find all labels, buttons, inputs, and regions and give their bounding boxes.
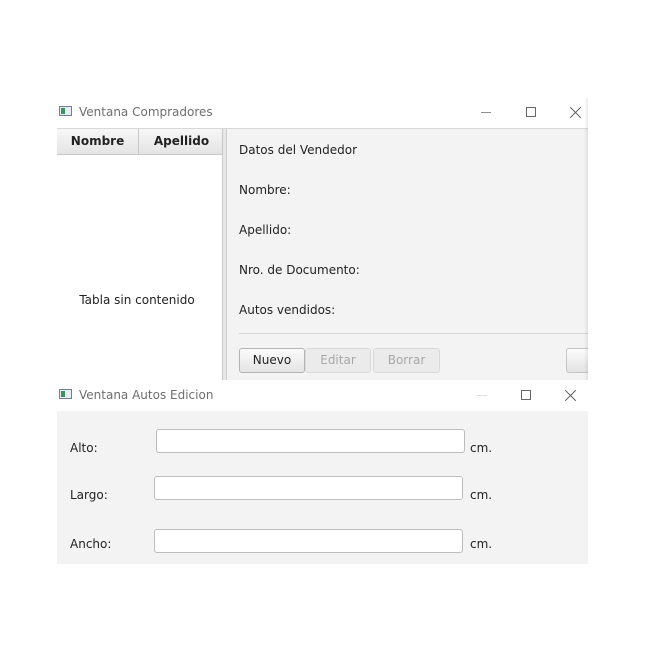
minimize-button[interactable] bbox=[464, 98, 508, 128]
window-title: Ventana Compradores bbox=[79, 105, 213, 119]
close-button[interactable] bbox=[549, 381, 588, 411]
column-header-apellido[interactable]: Apellido bbox=[139, 129, 224, 154]
titlebar[interactable]: Ventana Autos Edicion bbox=[57, 381, 588, 411]
largo-label: Largo: bbox=[70, 488, 108, 502]
autos-vendidos-label: Autos vendidos: bbox=[239, 303, 336, 317]
maximize-button[interactable] bbox=[509, 98, 553, 128]
nuevo-button[interactable]: Nuevo bbox=[239, 348, 305, 373]
maximize-icon bbox=[526, 107, 536, 117]
close-icon bbox=[565, 389, 577, 401]
ancho-field[interactable] bbox=[154, 529, 463, 553]
apellido-label: Apellido: bbox=[239, 223, 292, 237]
app-window-icon bbox=[59, 106, 72, 116]
minimize-button[interactable] bbox=[460, 381, 504, 411]
window-body: Alto: cm. Largo: cm. Ancho: cm. bbox=[57, 411, 588, 564]
column-header-nombre[interactable]: Nombre bbox=[57, 129, 139, 154]
documento-label: Nro. de Documento: bbox=[239, 263, 360, 277]
editar-button[interactable]: Editar bbox=[305, 348, 371, 373]
largo-field[interactable] bbox=[154, 476, 463, 500]
table-placeholder: Tabla sin contenido bbox=[79, 293, 195, 307]
window-title: Ventana Autos Edicion bbox=[79, 388, 214, 402]
close-button[interactable] bbox=[554, 98, 588, 128]
divider bbox=[239, 333, 588, 334]
largo-unit-label: cm. bbox=[470, 488, 493, 502]
window-autos-edicion: Ventana Autos Edicion Alto: cm. Largo: c… bbox=[57, 381, 588, 564]
alto-label: Alto: bbox=[70, 441, 98, 455]
minimize-icon bbox=[481, 112, 491, 113]
nombre-label: Nombre: bbox=[239, 183, 291, 197]
ancho-unit-label: cm. bbox=[470, 537, 493, 551]
vendedor-details-pane: Datos del Vendedor Nombre: Apellido: Nro… bbox=[227, 129, 588, 380]
close-icon bbox=[570, 106, 582, 118]
maximize-button[interactable] bbox=[504, 381, 548, 411]
alto-unit-label: cm. bbox=[470, 441, 493, 455]
app-window-icon bbox=[59, 389, 72, 399]
window-shadow bbox=[584, 98, 588, 380]
titlebar[interactable]: Ventana Compradores bbox=[57, 98, 588, 128]
ancho-label: Ancho: bbox=[70, 537, 112, 551]
minimize-icon bbox=[477, 395, 487, 396]
details-heading: Datos del Vendedor bbox=[239, 143, 358, 157]
compradores-table[interactable]: Nombre Apellido Tabla sin contenido bbox=[57, 129, 224, 380]
window-compradores: Ventana Compradores Nombre Apellido Tabl… bbox=[57, 98, 588, 380]
alto-field[interactable] bbox=[156, 429, 465, 453]
maximize-icon bbox=[521, 390, 531, 400]
window-body: Nombre Apellido Tabla sin contenido Dato… bbox=[57, 128, 588, 380]
borrar-button[interactable]: Borrar bbox=[373, 348, 440, 373]
table-header: Nombre Apellido bbox=[57, 129, 224, 155]
